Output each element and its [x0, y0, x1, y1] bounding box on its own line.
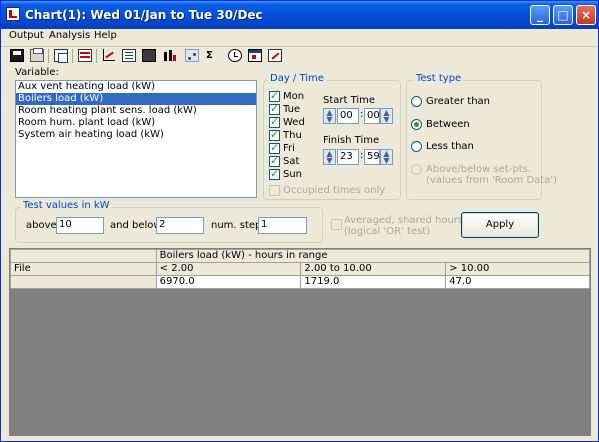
finish-time-colon: : — [360, 150, 364, 161]
window-title: Chart(1): Wed 01/Jan to Tue 30/Dec — [25, 8, 263, 22]
variable-item-selected[interactable]: Boilers load (kW) — [16, 93, 256, 105]
grid-row-header — [10, 275, 157, 289]
start-time-label: Start Time — [323, 95, 376, 106]
day-label-sat: Sat — [283, 156, 300, 167]
grid-cell[interactable]: 1719.0 — [300, 275, 447, 289]
line-chart-icon[interactable] — [102, 49, 116, 62]
below-input[interactable]: 2 — [156, 217, 204, 234]
app-window: Chart(1): Wed 01/Jan to Tue 30/Dec _ □ ×… — [0, 0, 599, 442]
clock-icon[interactable] — [228, 49, 242, 62]
start-hour-spinner[interactable]: ▲ ▼ — [323, 108, 336, 124]
averaged-label: Averaged, shared hours — [344, 215, 464, 226]
variable-item[interactable]: System air heating load (kW) — [16, 129, 256, 141]
export-icon[interactable] — [142, 49, 156, 62]
print-icon[interactable] — [30, 48, 44, 62]
day-label-mon: Mon — [283, 91, 305, 102]
day-checkbox-thu[interactable] — [269, 128, 280, 141]
list-icon[interactable] — [122, 49, 136, 62]
day-label-sun: Sun — [283, 169, 303, 180]
menu-bar: Output Analysis Help — [1, 29, 598, 45]
above-input[interactable]: 10 — [56, 217, 104, 234]
maximize-button[interactable]: □ — [553, 5, 573, 25]
start-min-field[interactable]: 00 — [364, 108, 380, 124]
day-checkbox-mon[interactable] — [269, 89, 280, 102]
toolbar-separator — [72, 49, 73, 63]
grid-caption: Boilers load (kW) - hours in range — [155, 249, 591, 263]
start-min-spinner[interactable]: ▲ ▼ — [380, 108, 393, 124]
finish-min-spinner[interactable]: ▲ ▼ — [380, 149, 393, 165]
test-type-title: Test type — [414, 73, 464, 84]
finish-time-label: Finish Time — [323, 135, 380, 146]
variable-listbox[interactable]: Aux vent heating load (kW) Boilers load … — [15, 80, 257, 198]
minimize-button[interactable]: _ — [530, 5, 550, 25]
copy-icon[interactable] — [54, 49, 68, 63]
day-label-wed: Wed — [283, 117, 305, 128]
occupied-label: Occupied times only — [283, 185, 386, 196]
save-icon[interactable] — [10, 49, 24, 62]
toolbar-separator — [48, 49, 49, 63]
below-label: and below — [110, 220, 162, 231]
grid-corner — [10, 249, 157, 263]
sum-icon[interactable]: Σ — [206, 49, 220, 62]
menu-analysis[interactable]: Analysis — [49, 30, 90, 41]
above-label: above — [26, 220, 57, 231]
title-bar[interactable]: Chart(1): Wed 01/Jan to Tue 30/Dec _ □ × — [1, 1, 598, 29]
table-icon[interactable] — [78, 49, 92, 62]
day-checkbox-tue[interactable] — [269, 102, 280, 115]
grid-row-label: File — [10, 262, 157, 276]
occupied-checkbox[interactable] — [269, 185, 280, 196]
app-icon — [6, 7, 20, 21]
variable-item[interactable]: Aux vent heating load (kW) — [16, 81, 256, 93]
averaged-checkbox[interactable] — [331, 219, 342, 230]
day-label-thu: Thu — [283, 130, 302, 141]
between-label: Between — [426, 119, 470, 130]
grid-column-header[interactable]: < 2.00 — [155, 262, 302, 276]
averaged-sublabel: (logical 'OR' test) — [344, 226, 431, 237]
finish-min-field[interactable]: 59 — [364, 149, 380, 165]
apply-button[interactable]: Apply — [461, 212, 539, 238]
day-label-fri: Fri — [283, 143, 295, 154]
variable-label: Variable: — [15, 67, 59, 78]
close-button[interactable]: × — [576, 5, 596, 25]
greater-than-radio[interactable] — [411, 96, 422, 107]
greater-than-label: Greater than — [426, 96, 491, 107]
grid-column-header[interactable]: 2.00 to 10.00 — [300, 262, 447, 276]
results-table: Boilers load (kW) - hours in range File … — [10, 249, 591, 289]
grid-cell[interactable]: 6970.0 — [155, 275, 302, 289]
start-hour-field[interactable]: 00 — [337, 108, 359, 124]
grid-cell[interactable]: 47.0 — [445, 275, 590, 289]
day-checkbox-sun[interactable] — [269, 167, 280, 180]
toolbar-separator — [96, 49, 97, 63]
above-below-sublabel: (values from 'Room Data') — [426, 175, 557, 186]
above-below-radio[interactable] — [411, 164, 422, 175]
day-time-title: Day / Time — [268, 73, 326, 84]
variable-item[interactable]: Room heating plant sens. load (kW) — [16, 105, 256, 117]
day-checkbox-wed[interactable] — [269, 115, 280, 128]
scatter-icon[interactable] — [185, 49, 199, 62]
less-than-label: Less than — [426, 141, 474, 152]
variable-item[interactable]: Room hum. plant load (kW) — [16, 117, 256, 129]
above-below-label: Above/below set-pts. — [426, 164, 532, 175]
start-time-colon: : — [360, 109, 364, 120]
day-checkbox-sat[interactable] — [269, 154, 280, 167]
toolbar: Σ — [1, 46, 598, 65]
less-than-radio[interactable] — [411, 141, 422, 152]
results-grid[interactable]: Boilers load (kW) - hours in range File … — [9, 248, 591, 436]
test-values-title: Test values in kW — [21, 200, 112, 211]
day-label-tue: Tue — [283, 104, 301, 115]
finish-hour-spinner[interactable]: ▲ ▼ — [323, 149, 336, 165]
day-checkbox-fri[interactable] — [269, 141, 280, 154]
num-steps-input[interactable]: 1 — [258, 217, 307, 234]
between-radio[interactable] — [411, 119, 422, 130]
edit-chart-icon[interactable] — [268, 49, 282, 62]
finish-hour-field[interactable]: 23 — [337, 149, 359, 165]
menu-output[interactable]: Output — [9, 30, 44, 41]
menu-help[interactable]: Help — [94, 30, 117, 41]
window-icon[interactable] — [248, 49, 262, 62]
grid-column-header[interactable]: > 10.00 — [445, 262, 590, 276]
bar-chart-icon[interactable] — [163, 49, 177, 62]
